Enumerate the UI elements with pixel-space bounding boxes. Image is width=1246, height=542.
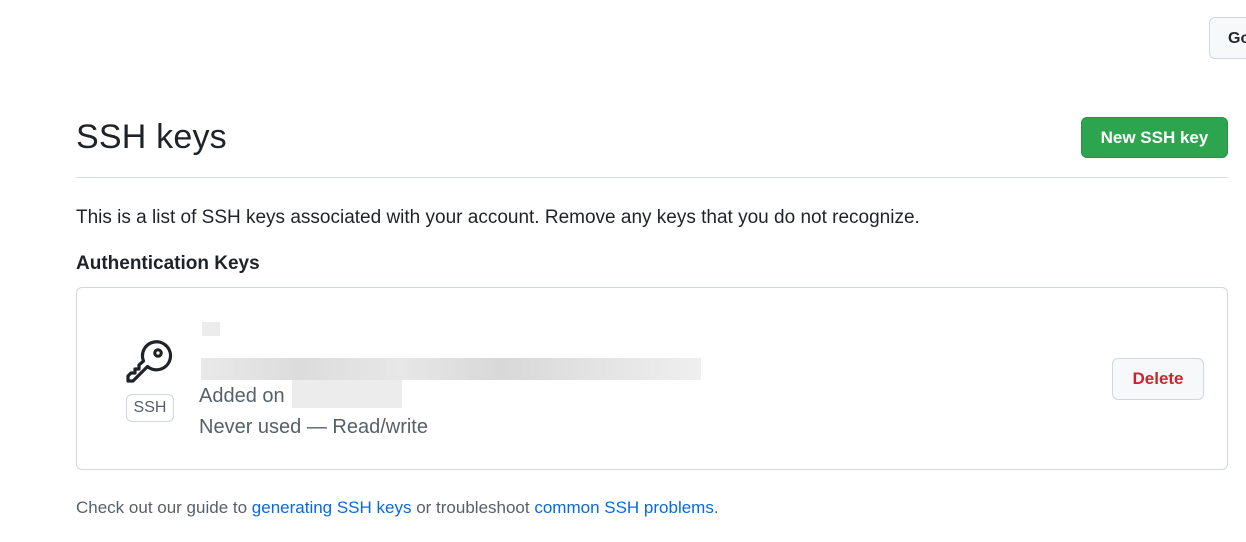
new-ssh-key-button[interactable]: New SSH key xyxy=(1081,117,1228,158)
redacted-key-fingerprint xyxy=(201,358,701,380)
redacted-added-date xyxy=(292,380,402,408)
page-title: SSH keys xyxy=(76,118,227,156)
redacted-key-title xyxy=(202,322,220,336)
ssh-keys-page: Go SSH keys New SSH key This is a list o… xyxy=(0,0,1246,542)
help-text-prefix: Check out our guide to xyxy=(76,498,252,517)
key-usage-status: Never used — Read/write xyxy=(199,416,428,438)
delete-key-button[interactable]: Delete xyxy=(1112,358,1204,400)
key-icon xyxy=(125,336,175,386)
title-divider xyxy=(76,177,1228,178)
help-text-middle: or troubleshoot xyxy=(411,498,535,517)
key-added-date: Added on xyxy=(199,385,285,407)
authentication-keys-heading: Authentication Keys xyxy=(76,253,260,274)
ssh-type-badge: SSH xyxy=(126,394,174,422)
help-text-suffix: . xyxy=(713,498,719,517)
intro-text: This is a list of SSH keys associated wi… xyxy=(76,207,920,228)
top-right-partial-button[interactable]: Go xyxy=(1209,17,1246,59)
generating-ssh-keys-link[interactable]: generating SSH keys xyxy=(252,498,412,517)
ssh-key-list-item: SSH Added on Never used — Read/write Del… xyxy=(76,287,1228,470)
common-ssh-problems-link[interactable]: common SSH problems xyxy=(534,498,714,517)
help-text: Check out our guide to generating SSH ke… xyxy=(76,498,719,518)
